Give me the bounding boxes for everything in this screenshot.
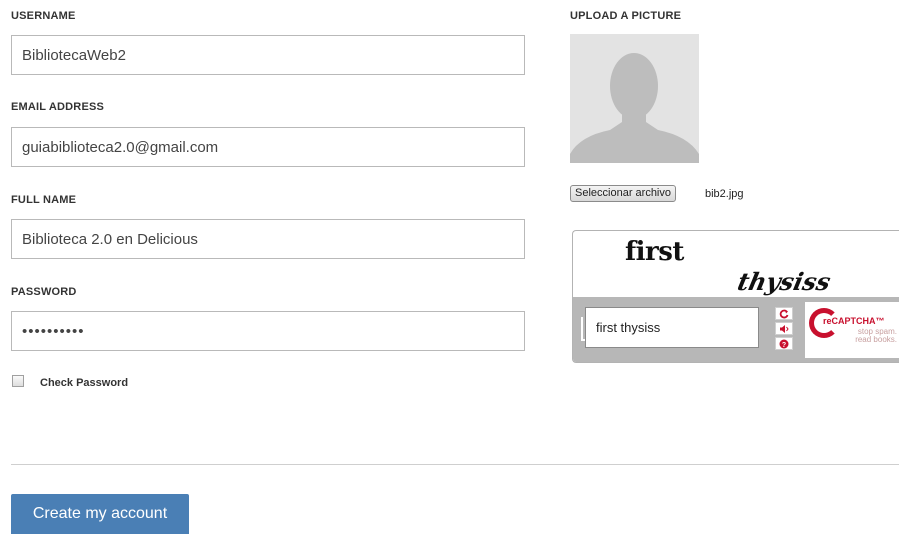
form-divider [11,464,899,465]
captcha-controls: ? reCAPTCHA™ stop spam. read books. [573,297,899,362]
recaptcha-tagline-2: read books. [855,335,897,344]
recaptcha-logo: reCAPTCHA™ stop spam. read books. [805,302,899,358]
fullname-field[interactable] [11,219,525,259]
captcha-word-1: first [625,237,684,267]
choose-file-button[interactable]: Seleccionar archivo [570,185,676,202]
selected-file-name: bib2.jpg [705,188,744,200]
email-label: EMAIL ADDRESS [11,101,105,113]
recaptcha-logo-text: reCAPTCHA™ [823,316,885,326]
password-field[interactable] [11,311,525,351]
audio-icon[interactable] [775,322,793,335]
captcha-response-input[interactable] [585,307,759,348]
recaptcha-tagline: stop spam. read books. [845,328,897,344]
captcha-word-2: thysiss [734,267,834,296]
create-account-button[interactable]: Create my account [11,494,189,534]
help-icon[interactable]: ? [775,337,793,350]
fullname-label: FULL NAME [11,194,77,206]
check-password-checkbox[interactable] [12,375,24,387]
username-label: USERNAME [11,10,76,22]
captcha-widget: first thysiss ? reCAPTCHA™ stop spam. re… [572,230,899,363]
captcha-button-group: ? [771,305,797,355]
email-field[interactable] [11,127,525,167]
refresh-icon[interactable] [775,307,793,320]
svg-text:?: ? [782,342,786,349]
username-field[interactable] [11,35,525,75]
check-password-label: Check Password [40,377,129,389]
password-label: PASSWORD [11,286,77,298]
avatar-placeholder [570,34,699,163]
upload-picture-label: UPLOAD A PICTURE [570,10,682,22]
person-silhouette-icon [570,53,699,163]
